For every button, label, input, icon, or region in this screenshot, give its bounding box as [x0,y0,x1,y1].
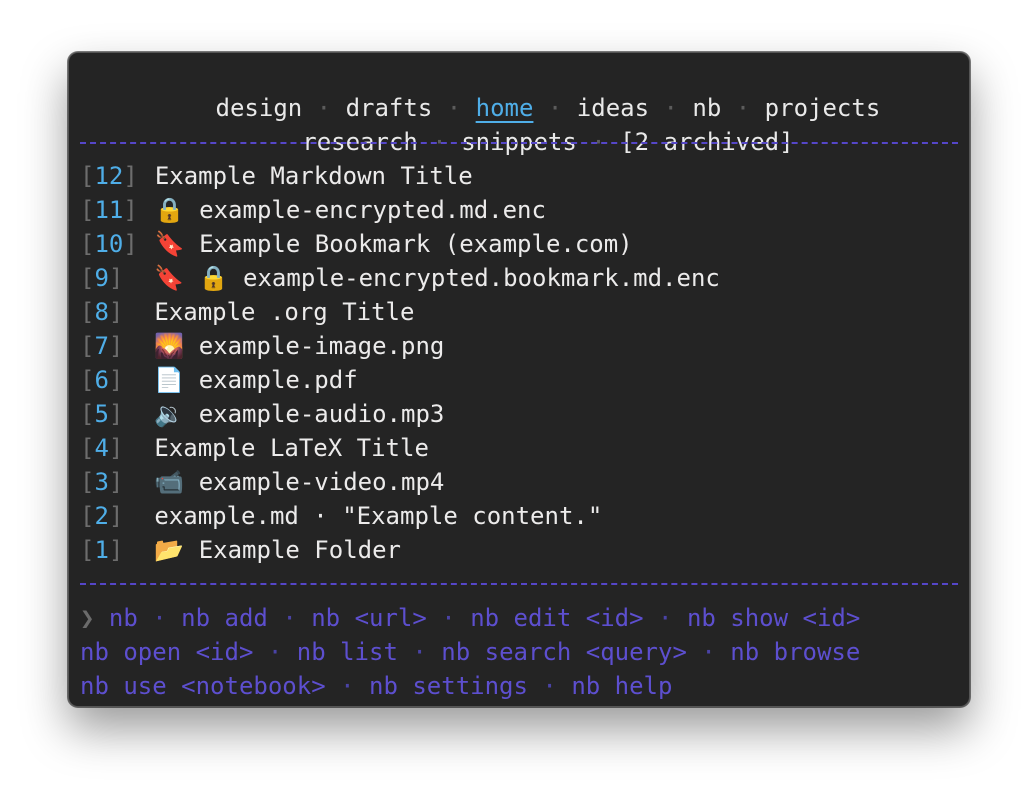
notebook-bar-row-1: design · drafts · home · ideas · nb · pr… [215,94,881,122]
help-command[interactable]: nb browse [730,638,860,666]
list-item[interactable]: [12] Example Markdown Title [80,159,473,193]
item-id: [5] [80,400,124,428]
item-id: [9] [80,264,124,292]
list-item[interactable]: [4] Example LaTeX Title [80,431,429,465]
lock-icon: 🔒 [154,196,185,224]
item-title[interactable]: example.md · "Example content." [154,502,602,530]
item-title[interactable]: Example Folder [199,536,401,564]
list-item[interactable]: [10] 🔖 Example Bookmark (example.com) [80,227,633,261]
terminal-window: design · drafts · home · ideas · nb · pr… [68,52,970,707]
help-command[interactable]: nb <url> [311,604,427,632]
list-item[interactable]: [5] 🔉 example-audio.mp3 [80,397,444,431]
list-item[interactable]: [3] 📹 example-video.mp4 [80,465,444,499]
item-id: [7] [80,332,124,360]
list-item[interactable]: [1] 📂 Example Folder [80,533,401,567]
item-title[interactable]: Example .org Title [154,298,414,326]
help-command[interactable]: nb search <query> [441,638,687,666]
help-command[interactable]: nb edit <id> [470,604,643,632]
notebook-bar-row-2: research · snippets · [2 archived] [302,128,794,156]
item-id: [2] [80,502,124,530]
item-id: [1] [80,536,124,564]
list-item[interactable]: [2] example.md · "Example content." [80,499,602,533]
list-item[interactable]: [7] 🌄 example-image.png [80,329,444,363]
bookmark-lock-icon: 🔖 🔒 [154,264,229,292]
item-id: [11] [80,196,138,224]
item-title[interactable]: example-encrypted.bookmark.md.enc [243,264,720,292]
help-command[interactable]: nb open <id> [80,638,253,666]
help-line: nb use <notebook> · nb settings · nb hel… [80,672,673,700]
item-id: [10] [80,230,138,258]
item-id: [4] [80,434,124,462]
help-command[interactable]: nb show <id> [687,604,860,632]
list-item[interactable]: [11] 🔒 example-encrypted.md.enc [80,193,546,227]
speaker-icon: 🔉 [154,400,185,428]
item-id: [6] [80,366,124,394]
item-title[interactable]: example.pdf [199,366,358,394]
top-divider [80,142,958,144]
item-title[interactable]: example-image.png [199,332,445,360]
bookmark-icon: 🔖 [154,230,185,258]
help-command[interactable]: nb list [297,638,398,666]
help-line: nb open <id> · nb list · nb search <quer… [80,638,861,666]
item-title[interactable]: example-video.mp4 [199,468,445,496]
video-camera-icon: 📹 [154,468,185,496]
list-item[interactable]: [6] 📄 example.pdf [80,363,358,397]
item-title[interactable]: Example LaTeX Title [154,434,429,462]
prompt-icon: ❯ [80,604,95,632]
item-title[interactable]: Example Bookmark (example.com) [199,230,632,258]
document-icon: 📄 [154,366,185,394]
help-command[interactable]: nb use <notebook> [80,672,326,700]
item-title[interactable]: example-audio.mp3 [199,400,445,428]
image-icon: 🌄 [154,332,185,360]
item-title[interactable]: Example Markdown Title [155,162,473,190]
help-command[interactable]: nb [109,604,138,632]
item-id: [3] [80,468,124,496]
list-item[interactable]: [9] 🔖 🔒 example-encrypted.bookmark.md.enc [80,261,720,295]
item-title[interactable]: example-encrypted.md.enc [199,196,546,224]
item-id: [8] [80,298,124,326]
list-item[interactable]: [8] Example .org Title [80,295,414,329]
help-command[interactable]: nb add [181,604,268,632]
help-command[interactable]: nb help [571,672,672,700]
folder-icon: 📂 [154,536,185,564]
help-command[interactable]: nb settings [369,672,528,700]
item-id: [12] [80,162,138,190]
bottom-divider [80,583,958,585]
help-line: ❯ nb · nb add · nb <url> · nb edit <id> … [80,604,861,632]
